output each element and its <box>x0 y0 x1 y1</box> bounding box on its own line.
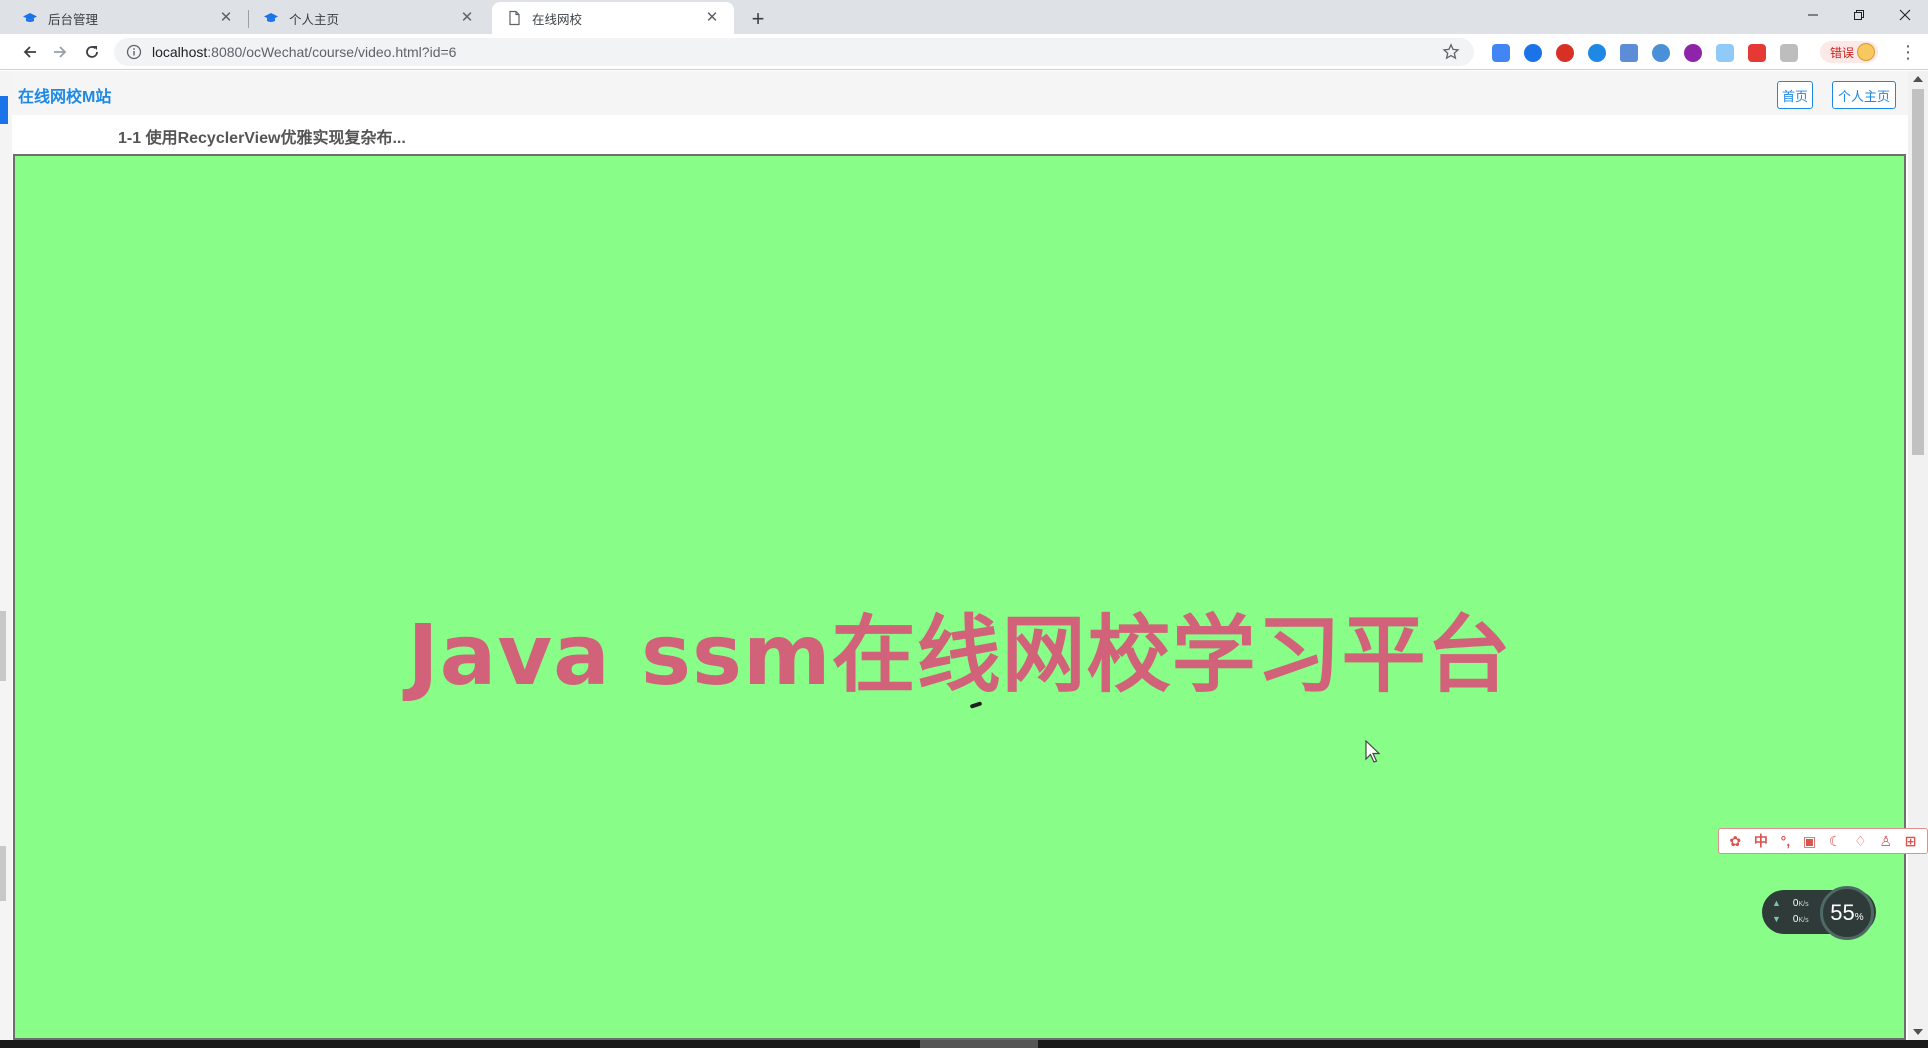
info-icon[interactable] <box>126 44 142 60</box>
network-speed-widget[interactable]: ▲ 0K/s ▼ 0K/s 55% <box>1762 886 1876 940</box>
url-host: localhost <box>152 44 208 60</box>
tab-strip: 后台管理 ✕ 个人主页 ✕ 在线网校 ✕ + <box>0 0 1928 34</box>
site-header: 在线网校M站 首页 个人主页 <box>12 71 1908 115</box>
reload-icon <box>86 46 98 58</box>
url-path: :8080/ocWechat/course/video.html?id=6 <box>207 44 457 60</box>
toolbox-icon[interactable]: ▣ <box>1803 830 1816 852</box>
close-icon[interactable]: ✕ <box>216 8 236 28</box>
reload-button[interactable] <box>78 38 106 66</box>
extension-icon[interactable] <box>1684 44 1702 62</box>
extension-icon[interactable] <box>1524 44 1542 62</box>
close-icon[interactable]: ✕ <box>457 8 477 28</box>
adblock-extension-icon[interactable] <box>1556 44 1574 62</box>
forward-button[interactable] <box>46 38 74 66</box>
arrow-right-icon <box>54 46 67 58</box>
error-label: 错误 <box>1830 45 1855 60</box>
url-text: localhost:8080/ocWechat/course/video.htm… <box>152 44 456 60</box>
browser-toolbar: localhost:8080/ocWechat/course/video.htm… <box>0 34 1928 70</box>
close-icon[interactable]: ✕ <box>702 8 722 28</box>
scroll-up-icon[interactable] <box>1913 76 1923 82</box>
taskbar <box>0 1040 1928 1048</box>
tab-title: 个人主页 <box>289 12 340 27</box>
arrow-left-icon <box>23 46 36 58</box>
extension-icon[interactable] <box>1780 44 1798 62</box>
moon-icon[interactable]: ☾ <box>1829 830 1842 852</box>
profile-error-chip[interactable]: 错误 <box>1820 41 1878 63</box>
tab-online-school[interactable]: 在线网校 ✕ <box>492 2 734 34</box>
paw-icon[interactable]: ✿ <box>1729 830 1741 852</box>
left-window-edge <box>0 71 12 1040</box>
new-tab-button[interactable]: + <box>744 5 772 33</box>
skin-icon[interactable]: ♢ <box>1854 830 1867 852</box>
mouse-cursor-icon <box>1365 740 1381 763</box>
home-button[interactable]: 首页 <box>1777 81 1813 109</box>
punctuation-toggle[interactable]: °, <box>1781 830 1791 852</box>
scroll-down-icon[interactable] <box>1913 1029 1923 1035</box>
extension-icon[interactable] <box>1620 44 1638 62</box>
tab-admin[interactable]: 后台管理 ✕ <box>8 2 249 34</box>
grid-icon[interactable]: ⊞ <box>1905 830 1917 852</box>
download-speed: ▼ 0K/s <box>1772 914 1809 925</box>
star-icon[interactable] <box>1442 43 1460 61</box>
menu-kebab-icon[interactable]: ⋮ <box>1898 42 1918 62</box>
extension-icon[interactable] <box>1748 44 1766 62</box>
minimize-button[interactable] <box>1790 0 1836 30</box>
ime-toolbar: ✿ 中 °, ▣ ☾ ♢ ♙ ⊞ <box>1718 828 1928 854</box>
extension-icon[interactable] <box>1652 44 1670 62</box>
search-extension-icon[interactable] <box>1588 44 1606 62</box>
close-icon <box>1899 9 1911 21</box>
profile-button[interactable]: 个人主页 <box>1832 81 1896 109</box>
taskbar-item[interactable] <box>920 1040 1038 1048</box>
memory-usage-gauge: 55% <box>1820 886 1874 940</box>
user-icon[interactable]: ♙ <box>1879 830 1892 852</box>
scrollbar-thumb[interactable] <box>1912 89 1924 455</box>
back-button[interactable] <box>16 38 44 66</box>
tab-profile[interactable]: 个人主页 ✕ <box>249 2 489 34</box>
extension-icon[interactable] <box>1716 44 1734 62</box>
graduation-cap-icon <box>23 13 37 22</box>
restore-icon <box>1854 10 1864 20</box>
download-arrow-icon: ▼ <box>1772 914 1781 924</box>
address-bar[interactable]: localhost:8080/ocWechat/course/video.htm… <box>114 38 1474 66</box>
ime-mode-toggle[interactable]: 中 <box>1754 830 1768 852</box>
graduation-cap-icon <box>264 13 278 22</box>
tab-title: 后台管理 <box>48 12 99 27</box>
avatar <box>1857 43 1875 61</box>
edge-marker <box>0 846 6 901</box>
page-icon <box>509 10 520 26</box>
minimize-icon <box>1808 14 1818 16</box>
video-player[interactable]: Java ssm在线网校学习平台 <box>13 154 1906 1040</box>
edge-marker <box>0 96 8 124</box>
tab-title: 在线网校 <box>532 12 583 27</box>
edge-marker <box>0 611 6 681</box>
restore-button[interactable] <box>1836 0 1882 30</box>
lesson-title: 1-1 使用RecyclerView优雅实现复杂布... <box>118 130 406 147</box>
site-logo[interactable]: 在线网校M站 <box>18 83 111 107</box>
translate-extension-icon[interactable] <box>1492 44 1510 62</box>
upload-speed: ▲ 0K/s <box>1772 898 1809 909</box>
upload-arrow-icon: ▲ <box>1772 898 1781 908</box>
video-overlay-text: Java ssm在线网校学习平台 <box>407 606 1512 704</box>
close-window-button[interactable] <box>1882 0 1928 30</box>
memory-percent: 55 <box>1830 900 1855 925</box>
vertical-scrollbar[interactable] <box>1908 71 1928 1040</box>
